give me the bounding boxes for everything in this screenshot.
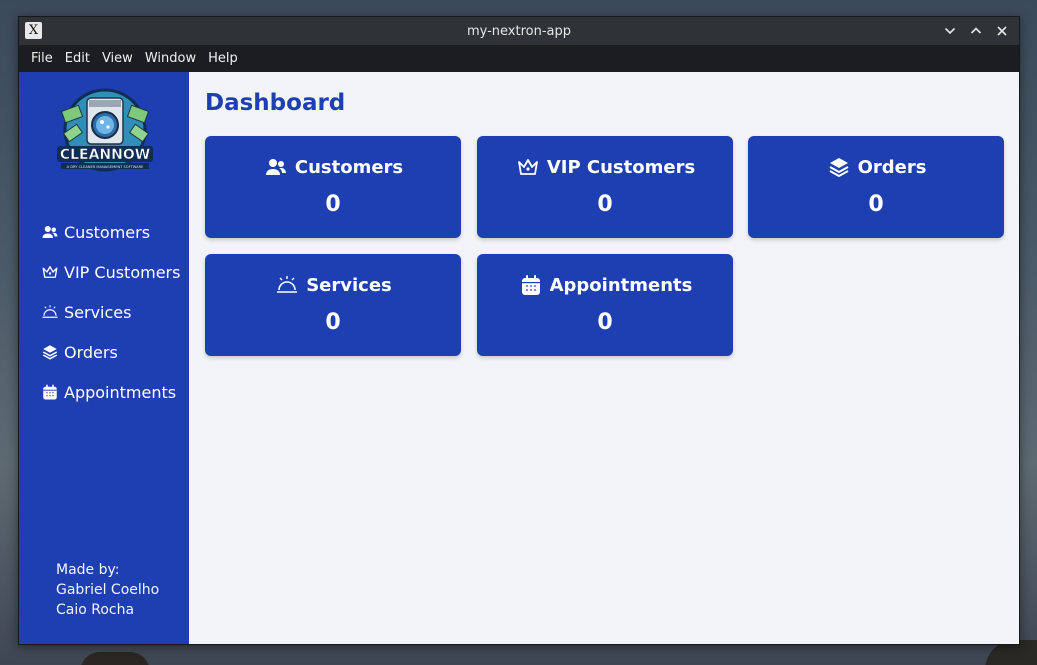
maximize-button[interactable] (965, 20, 987, 42)
card-header: Orders (748, 154, 1004, 180)
app-icon: X (25, 22, 42, 39)
card-appointments[interactable]: Appointments 0 (477, 254, 733, 356)
menu-help[interactable]: Help (202, 45, 244, 72)
sidebar-item-label: Appointments (64, 382, 177, 402)
sidebar-item-label: Services (64, 302, 132, 322)
window-title: my-nextron-app (466, 23, 572, 39)
chevron-up-icon (970, 27, 982, 34)
close-button[interactable] (991, 20, 1013, 42)
card-value: 0 (325, 310, 341, 335)
app-window: X my-nextron-app File Edit View Window H… (18, 16, 1020, 645)
sidebar-item-orders[interactable]: Orders (19, 332, 189, 372)
page-title: Dashboard (205, 90, 346, 116)
card-label: Orders (857, 156, 927, 178)
menu-file[interactable]: File (25, 45, 59, 72)
cleannow-logo[interactable]: CLEANNOW A DRY CLEANER MANAGEMENT SOFTWA… (53, 88, 157, 180)
desktop-decoration (80, 652, 150, 665)
service-bell-icon (40, 302, 60, 322)
card-header: VIP Customers (477, 154, 733, 180)
logo-tagline: A DRY CLEANER MANAGEMENT SOFTWARE (67, 165, 145, 169)
card-value: 0 (868, 192, 884, 217)
sidebar-item-vip-customers[interactable]: VIP Customers (19, 252, 189, 292)
crown-icon (515, 154, 541, 180)
sidebar: CLEANNOW A DRY CLEANER MANAGEMENT SOFTWA… (19, 72, 189, 644)
card-label: Appointments (549, 274, 693, 296)
sidebar-item-label: Orders (64, 342, 118, 362)
crown-icon (40, 262, 60, 282)
card-header: Services (205, 272, 461, 298)
close-icon (997, 26, 1007, 36)
menu-window[interactable]: Window (139, 45, 202, 72)
users-icon (40, 222, 60, 242)
service-bell-icon (274, 272, 300, 298)
chevron-down-icon (944, 27, 956, 35)
credits: Made by: Gabriel Coelho Caio Rocha (56, 560, 159, 620)
sidebar-item-label: VIP Customers (64, 262, 181, 282)
layers-icon (826, 154, 852, 180)
layers-icon (40, 342, 60, 362)
menu-bar: File Edit View Window Help (19, 45, 1019, 72)
card-value: 0 (325, 192, 341, 217)
card-label: VIP Customers (546, 156, 696, 178)
minimize-button[interactable] (939, 20, 961, 42)
calendar-icon (518, 272, 544, 298)
card-header: Appointments (477, 272, 733, 298)
card-customers[interactable]: Customers 0 (205, 136, 461, 238)
card-orders[interactable]: Orders 0 (748, 136, 1004, 238)
credits-author: Gabriel Coelho (56, 582, 160, 598)
logo-wordmark: CLEANNOW (60, 147, 150, 163)
card-label: Customers (294, 156, 404, 178)
card-value: 0 (597, 192, 613, 217)
sidebar-item-customers[interactable]: Customers (19, 212, 189, 252)
sidebar-item-appointments[interactable]: Appointments (19, 372, 189, 412)
card-vip-customers[interactable]: VIP Customers 0 (477, 136, 733, 238)
credits-author: Caio Rocha (56, 602, 135, 618)
card-label: Services (306, 274, 392, 296)
sidebar-item-services[interactable]: Services (19, 292, 189, 332)
card-value: 0 (597, 310, 613, 335)
sidebar-nav: Customers VIP Customers Services Orders … (19, 212, 189, 412)
card-header: Customers (205, 154, 461, 180)
title-bar[interactable]: X my-nextron-app (19, 17, 1019, 45)
calendar-icon (40, 382, 60, 402)
app-content: CLEANNOW A DRY CLEANER MANAGEMENT SOFTWA… (19, 72, 1019, 644)
menu-edit[interactable]: Edit (59, 45, 96, 72)
main-panel: Dashboard Customers 0 VIP Customers 0 Or… (189, 72, 1019, 644)
credits-heading: Made by: (56, 562, 120, 578)
sidebar-item-label: Customers (64, 222, 151, 242)
card-services[interactable]: Services 0 (205, 254, 461, 356)
window-controls (939, 17, 1013, 45)
menu-view[interactable]: View (96, 45, 139, 72)
users-icon (263, 154, 289, 180)
